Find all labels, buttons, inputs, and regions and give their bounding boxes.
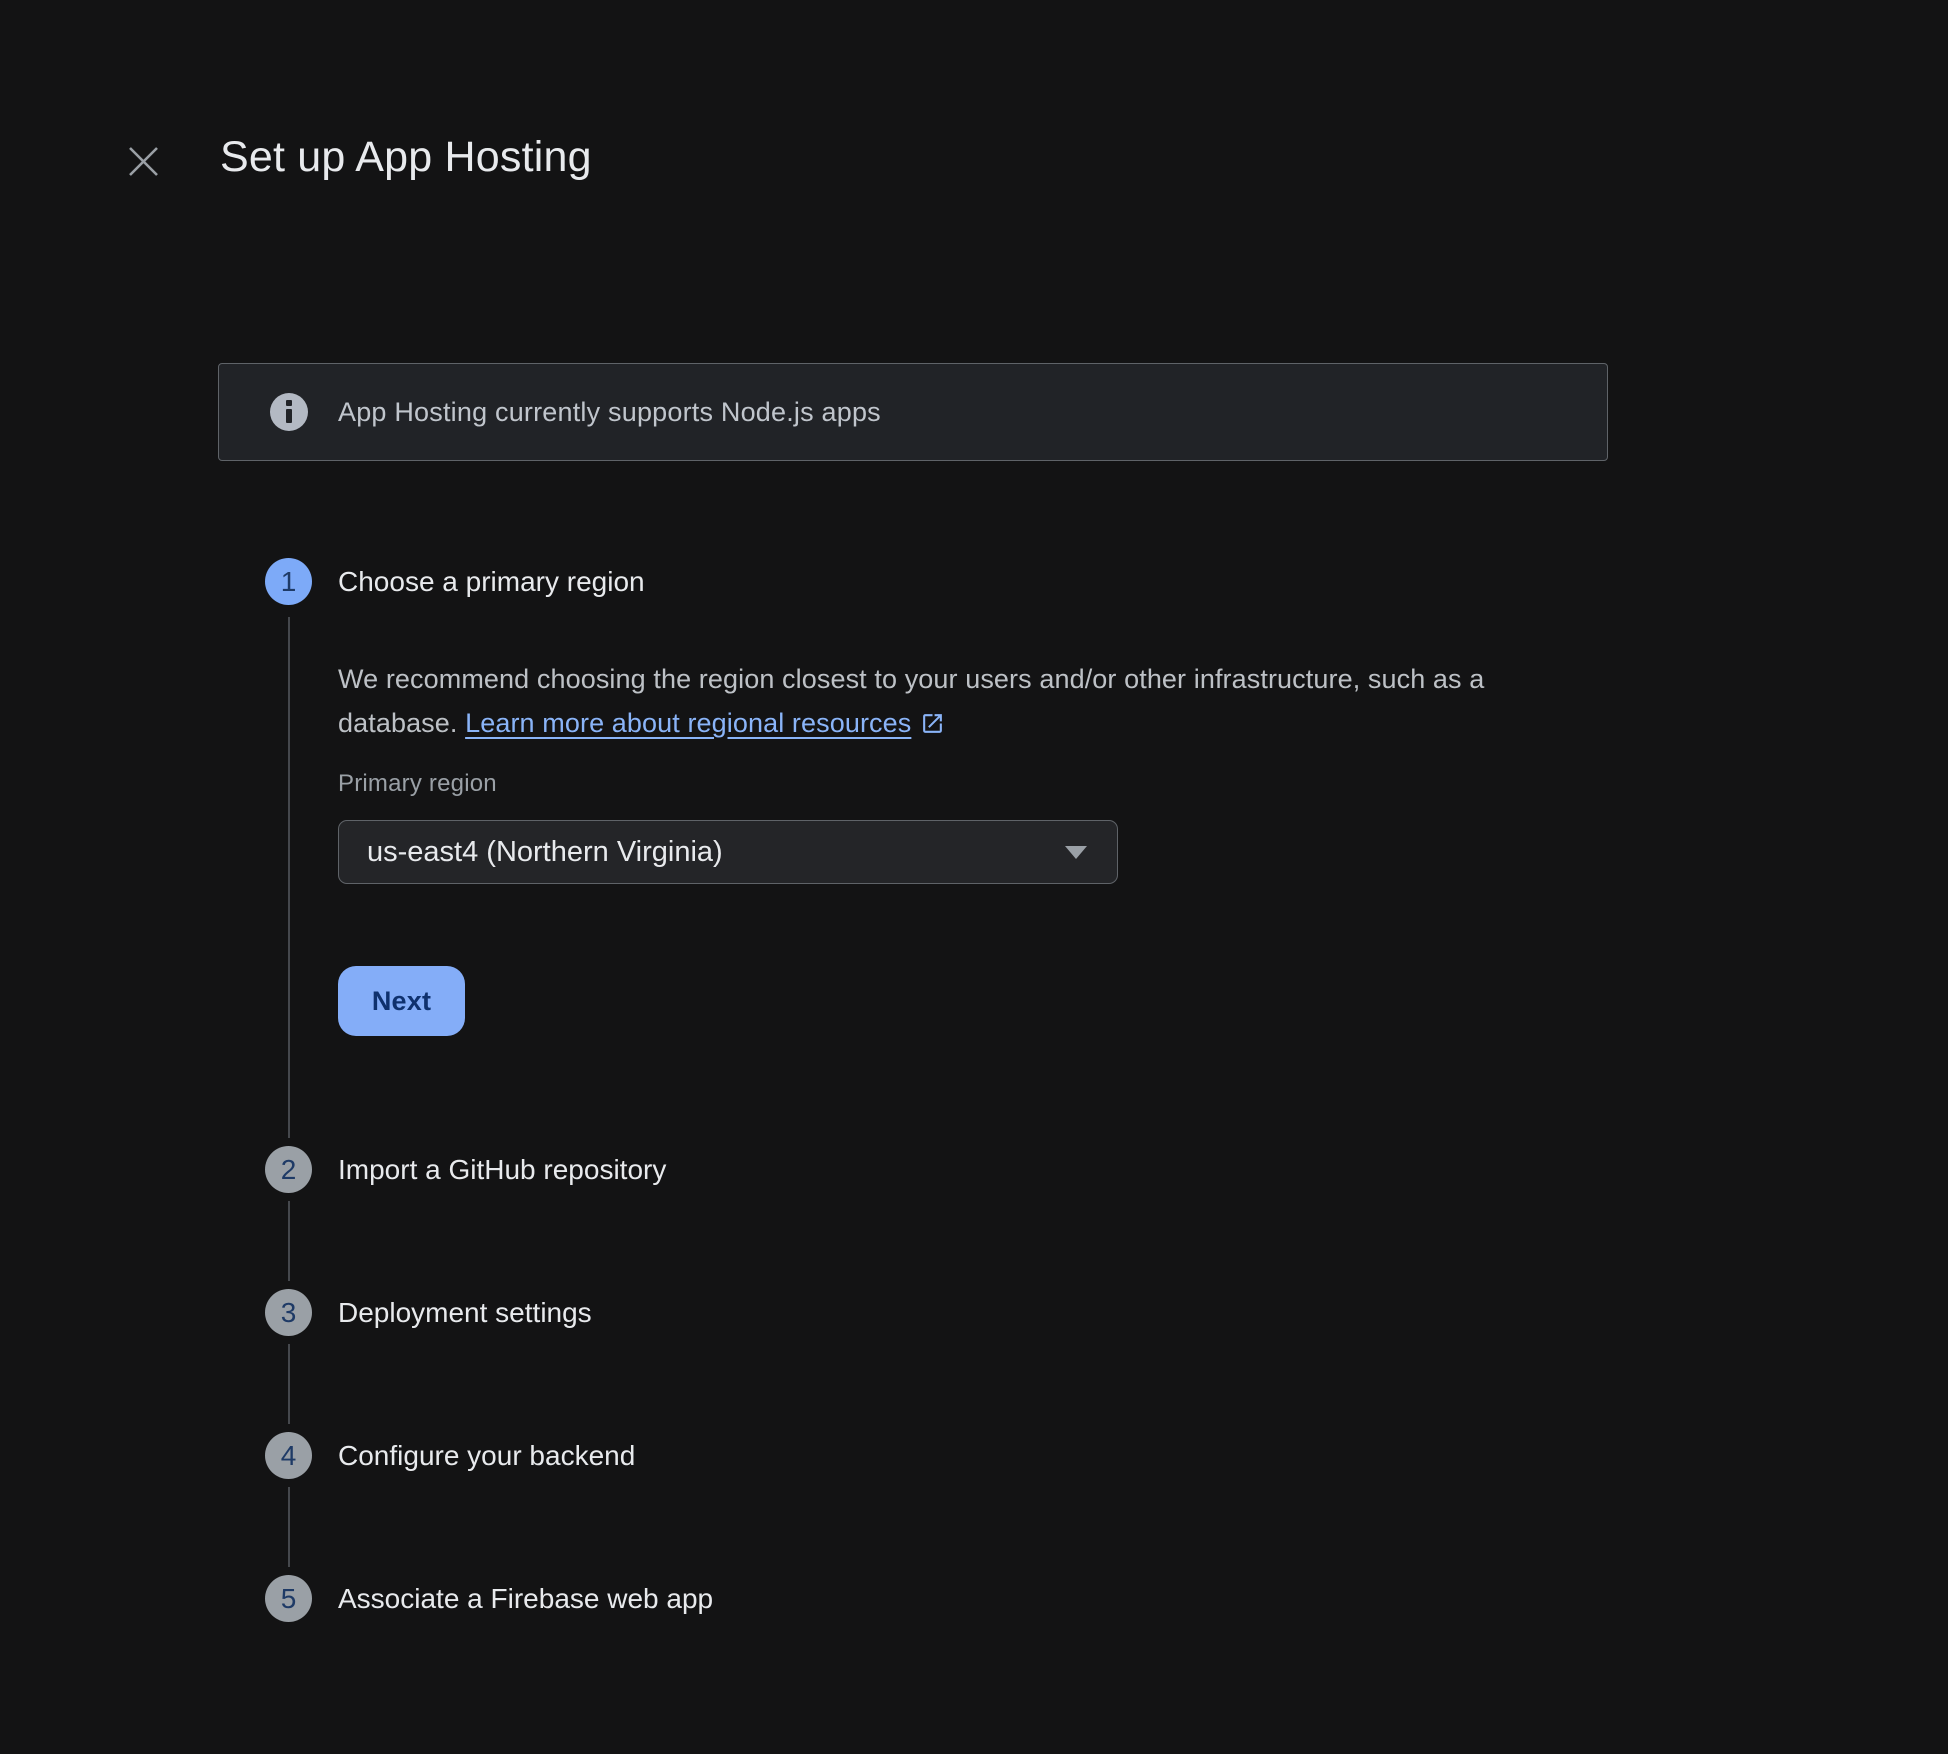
close-icon — [127, 145, 160, 178]
step-2-title: Import a GitHub repository — [338, 1152, 666, 1188]
page-title: Set up App Hosting — [220, 128, 592, 186]
caret-down-icon — [1065, 846, 1087, 859]
step-1-indicator: 1 — [265, 558, 312, 605]
info-banner-text: App Hosting currently supports Node.js a… — [338, 397, 881, 428]
info-banner: App Hosting currently supports Node.js a… — [218, 363, 1608, 461]
step-4-title: Configure your backend — [338, 1438, 635, 1474]
close-button[interactable] — [121, 139, 165, 183]
stepper-connector — [288, 617, 290, 1138]
next-button[interactable]: Next — [338, 966, 465, 1036]
setup-app-hosting-dialog: Set up App Hosting App Hosting currently… — [0, 0, 1948, 1754]
step-3-title: Deployment settings — [338, 1295, 592, 1331]
info-icon — [270, 393, 308, 431]
primary-region-selected-value: us-east4 (Northern Virginia) — [367, 836, 1065, 869]
stepper-connector — [288, 1487, 290, 1567]
stepper-connector — [288, 1201, 290, 1281]
region-step-description: We recommend choosing the region closest… — [338, 657, 1558, 749]
learn-more-link[interactable]: Learn more about regional resources — [465, 708, 945, 738]
stepper-connector — [288, 1344, 290, 1424]
step-3-indicator: 3 — [265, 1289, 312, 1336]
primary-region-select[interactable]: us-east4 (Northern Virginia) — [338, 820, 1118, 884]
step-1-title: Choose a primary region — [338, 564, 645, 600]
open-in-new-icon — [920, 705, 945, 749]
step-4-indicator: 4 — [265, 1432, 312, 1479]
primary-region-label: Primary region — [338, 770, 497, 798]
step-5-indicator: 5 — [265, 1575, 312, 1622]
step-2-indicator: 2 — [265, 1146, 312, 1193]
step-5-title: Associate a Firebase web app — [338, 1581, 713, 1617]
